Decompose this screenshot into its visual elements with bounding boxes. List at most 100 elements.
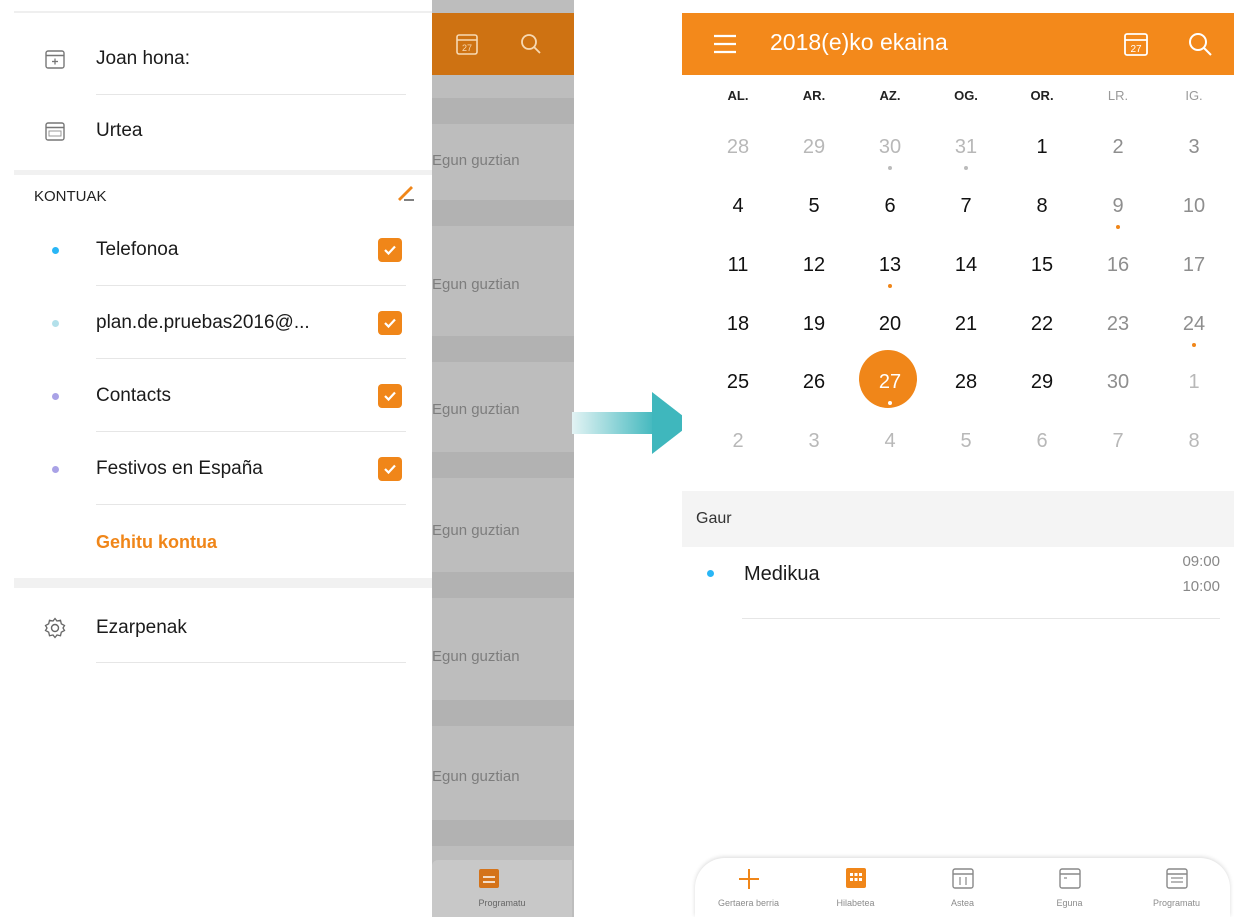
calendar-day[interactable]: 23 xyxy=(1080,313,1156,336)
calendar-day[interactable]: 27 xyxy=(852,371,928,394)
calendar-day[interactable]: 30 xyxy=(852,136,928,159)
calendar-day[interactable]: 30 xyxy=(1080,371,1156,394)
plus-icon xyxy=(738,869,759,889)
drawer-item-year[interactable]: Urtea xyxy=(14,95,432,167)
nav-new-event[interactable]: Gertaera berria xyxy=(695,858,802,917)
drawer-top-edge xyxy=(14,11,432,13)
account-row[interactable]: Contacts xyxy=(14,360,432,432)
week-view-icon xyxy=(951,868,974,889)
calendar-day[interactable]: 20 xyxy=(852,313,928,336)
event-title: Medikua xyxy=(744,563,820,585)
checkmark-icon xyxy=(384,318,396,329)
calendar-goto-icon xyxy=(45,50,65,69)
dimmed-app-bar: 27 xyxy=(432,13,574,75)
nav-week[interactable]: Astea xyxy=(909,858,1016,917)
nav-month[interactable]: Hilabetea xyxy=(802,858,909,917)
calendar-day[interactable]: 5 xyxy=(776,195,852,218)
calendar-day[interactable]: 24 xyxy=(1156,313,1232,336)
calendar-day[interactable]: 15 xyxy=(1004,254,1080,277)
weekday-header: OR. xyxy=(1030,88,1054,103)
account-checkbox[interactable] xyxy=(378,457,402,481)
calendar-day[interactable]: 7 xyxy=(928,195,1004,218)
calendar-day[interactable]: 17 xyxy=(1156,254,1232,277)
event-end-time: 10:00 xyxy=(1182,578,1220,595)
calendar-day[interactable]: 28 xyxy=(928,371,1004,394)
calendar-day[interactable]: 31 xyxy=(928,136,1004,159)
dimmed-agenda-strip[interactable]: Egun guztian Egun guztian Egun guztian E… xyxy=(432,0,574,917)
calendar-day[interactable]: 22 xyxy=(1004,313,1080,336)
nav-label: Eguna xyxy=(1056,898,1083,908)
nav-label: Programatu xyxy=(478,898,526,908)
calendar-today-icon[interactable]: 27 xyxy=(454,31,480,57)
calendar-day[interactable]: 25 xyxy=(700,371,776,394)
calendar-day[interactable]: 1 xyxy=(1004,136,1080,159)
search-icon[interactable] xyxy=(1186,30,1214,58)
search-icon[interactable] xyxy=(518,31,544,57)
agenda-entry: Egun guztian xyxy=(432,276,520,293)
calendar-day[interactable]: 2 xyxy=(700,430,776,453)
event-start-time: 09:00 xyxy=(1182,553,1220,570)
add-account-link[interactable]: Gehitu kontua xyxy=(96,532,217,553)
accounts-header: KONTUAK xyxy=(34,188,107,205)
month-grid: AL. AR. AZ. OG. OR. LR. IG. 28 29 30 31 1 2 3 4… xyxy=(700,88,1230,478)
calendar-day[interactable]: 13 xyxy=(852,254,928,277)
calendar-day[interactable]: 4 xyxy=(700,195,776,218)
calendar-day[interactable]: 7 xyxy=(1080,430,1156,453)
calendar-day[interactable]: 14 xyxy=(928,254,1004,277)
calendar-day[interactable]: 9 xyxy=(1080,195,1156,218)
month-title[interactable]: 2018(e)ko ekaina xyxy=(770,29,948,56)
calendar-day[interactable]: 16 xyxy=(1080,254,1156,277)
account-checkbox[interactable] xyxy=(378,384,402,408)
calendar-day[interactable]: 6 xyxy=(1004,430,1080,453)
calendar-day[interactable]: 10 xyxy=(1156,195,1232,218)
calendar-day[interactable]: 26 xyxy=(776,371,852,394)
account-checkbox[interactable] xyxy=(378,238,402,262)
account-row[interactable]: plan.de.pruebas2016@... xyxy=(14,287,432,359)
nav-label: Hilabetea xyxy=(836,898,875,908)
calendar-day[interactable]: 29 xyxy=(1004,371,1080,394)
calendar-day[interactable]: 2 xyxy=(1080,136,1156,159)
drawer-item-label: Joan hona: xyxy=(96,48,191,69)
calendar-day[interactable]: 8 xyxy=(1156,430,1232,453)
drawer-item-go-to[interactable]: Joan hona: xyxy=(14,23,432,95)
account-row[interactable]: Festivos en España xyxy=(14,433,432,505)
app-bar: 2018(e)ko ekaina 27 xyxy=(682,13,1234,75)
calendar-day[interactable]: 28 xyxy=(700,136,776,159)
calendar-day[interactable]: 1 xyxy=(1156,371,1232,394)
account-label: Telefonoa xyxy=(96,239,179,260)
calendar-day[interactable]: 18 xyxy=(700,313,776,336)
calendar-day[interactable]: 29 xyxy=(776,136,852,159)
calendar-day[interactable]: 3 xyxy=(776,430,852,453)
calendar-day[interactable]: 12 xyxy=(776,254,852,277)
calendar-day[interactable]: 3 xyxy=(1156,136,1232,159)
calendar-day[interactable]: 21 xyxy=(928,313,1004,336)
edit-pencil-icon[interactable] xyxy=(394,180,418,204)
event-indicator-dot xyxy=(888,401,892,405)
gear-icon xyxy=(44,617,66,639)
svg-text:27: 27 xyxy=(462,43,472,53)
drawer-item-settings[interactable]: Ezarpenak xyxy=(14,592,432,664)
account-label: Contacts xyxy=(96,385,171,406)
calendar-day[interactable]: 11 xyxy=(700,254,776,277)
calendar-today-icon[interactable]: 27 xyxy=(1122,30,1150,58)
agenda-view-icon[interactable] xyxy=(477,866,501,890)
dimmed-bottom-nav: Programatu xyxy=(432,860,572,917)
event-indicator-dot xyxy=(964,166,968,170)
nav-day[interactable]: Eguna xyxy=(1016,858,1123,917)
account-checkbox[interactable] xyxy=(378,311,402,335)
calendar-day[interactable]: 8 xyxy=(1004,195,1080,218)
account-color-dot xyxy=(51,465,59,473)
calendar-day[interactable]: 6 xyxy=(852,195,928,218)
today-icon-day: 27 xyxy=(1130,44,1142,55)
nav-agenda[interactable]: Programatu xyxy=(1123,858,1230,917)
account-color-dot xyxy=(51,246,59,254)
today-section-header: Gaur xyxy=(682,491,1234,547)
calendar-day[interactable]: 4 xyxy=(852,430,928,453)
calendar-day[interactable]: 5 xyxy=(928,430,1004,453)
calendar-day[interactable]: 19 xyxy=(776,313,852,336)
account-row[interactable]: Telefonoa xyxy=(14,214,432,286)
event-row[interactable]: Medikua 09:00 10:00 xyxy=(682,548,1234,620)
calendar-year-icon xyxy=(45,122,65,141)
hamburger-menu-icon[interactable] xyxy=(712,32,738,56)
event-indicator-dot xyxy=(888,284,892,288)
